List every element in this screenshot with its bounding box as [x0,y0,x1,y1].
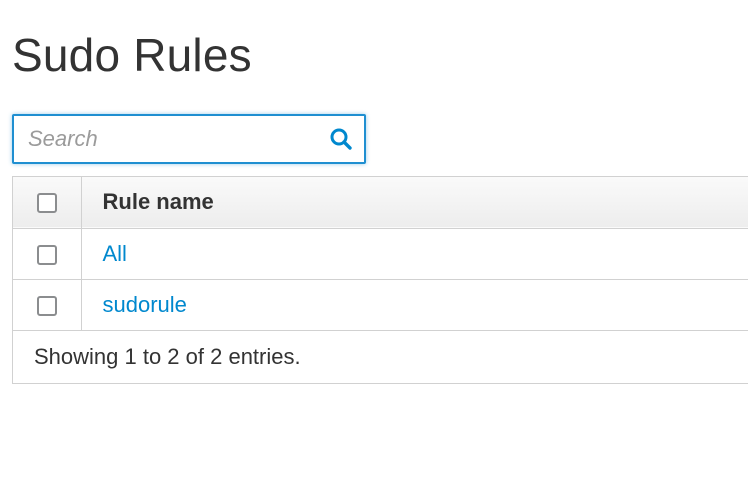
table-header-row: Rule name [13,177,748,228]
table-footer-entries-info: Showing 1 to 2 of 2 entries. [34,343,301,369]
table-row: All [13,228,748,279]
search-box [12,114,366,164]
row-select-cell [13,279,82,330]
search-icon [330,128,352,150]
rule-link[interactable]: sudorule [103,292,187,317]
page-title: Sudo Rules [12,29,252,81]
select-all-checkbox[interactable] [36,193,57,214]
rule-name-cell: sudorule [81,279,748,330]
sudo-rules-table: Rule name All sudorule Showing 1 to 2 of… [12,176,748,384]
search-input[interactable] [14,115,318,163]
table-row: sudorule [13,279,748,330]
rule-link[interactable]: All [103,241,127,266]
row-select-cell [13,228,82,279]
row-checkbox[interactable] [36,244,57,265]
row-checkbox[interactable] [36,295,57,316]
search-button[interactable] [318,116,364,162]
column-header-rule-name[interactable]: Rule name [81,177,748,228]
rule-name-cell: All [81,228,748,279]
select-all-cell [13,177,82,228]
